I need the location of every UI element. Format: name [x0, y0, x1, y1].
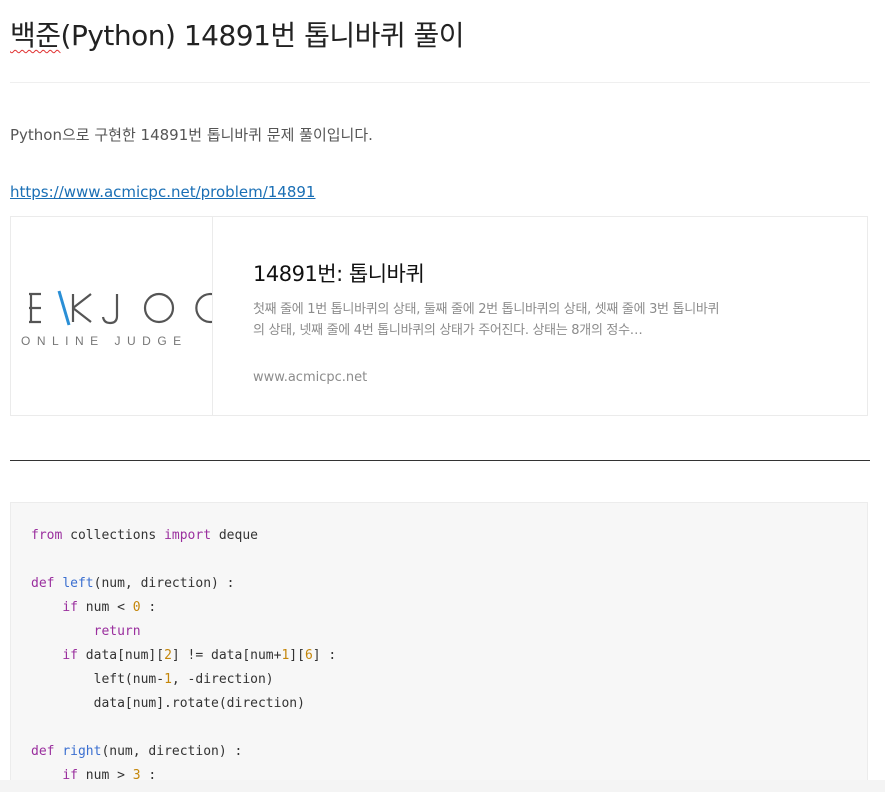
code-token: ] : — [312, 648, 337, 663]
code-line: if num < 0 : — [31, 596, 336, 620]
code-token: data[num][ — [77, 648, 165, 663]
code-token-kw: if — [62, 600, 78, 615]
code-token-fn: right — [62, 744, 102, 759]
code-line: data[num].rotate(direction) — [31, 692, 336, 716]
code-line: left(num-1, -direction) — [31, 668, 336, 692]
code-token-num: 6 — [304, 648, 313, 663]
preview-thumbnail: ONLINE JUDGE — [11, 217, 213, 415]
code-line: def right(num, direction) : — [31, 740, 336, 764]
code-token: ][ — [289, 648, 305, 663]
code-token: deque — [211, 528, 258, 543]
code-line: return — [31, 620, 336, 644]
code-token-num: 0 — [132, 600, 141, 615]
code-token-kw: def — [31, 576, 55, 591]
code-token: collections — [62, 528, 165, 543]
code-token: , -direction) — [171, 672, 274, 687]
problem-link[interactable]: https://www.acmicpc.net/problem/14891 — [10, 183, 315, 201]
code-line: def left(num, direction) : — [31, 572, 336, 596]
logo-subtitle: ONLINE JUDGE — [21, 334, 188, 348]
link-preview-card[interactable]: ONLINE JUDGE 14891번: 톱니바퀴 첫째 줄에 1번 톱니바퀴의… — [10, 216, 868, 416]
code-token-kw: if — [62, 648, 78, 663]
code-token-num: 2 — [164, 648, 172, 663]
code-token: ] != data[num+ — [171, 648, 282, 663]
baekjoon-logo-icon: ONLINE JUDGE — [21, 290, 212, 348]
code-token-kw: return — [93, 624, 141, 639]
code-content: from collections import deque def left(nu… — [31, 524, 336, 788]
blog-post-page: 백준(Python) 14891번 톱니바퀴 풀이 Python으로 구현한 1… — [0, 0, 885, 792]
code-token-num: 1 — [164, 672, 172, 687]
spellcheck-word: 백준 — [10, 19, 61, 52]
code-token: : — [140, 600, 157, 615]
code-token: num < — [77, 600, 133, 615]
code-token-fn: left — [62, 576, 94, 591]
logo-accent-slash — [57, 290, 71, 326]
code-token-kw: def — [31, 744, 55, 759]
code-token: left(num- — [31, 672, 165, 687]
code-block: from collections import deque def left(nu… — [10, 502, 868, 792]
preview-description: 첫째 줄에 1번 톱니바퀴의 상태, 둘째 줄에 2번 톱니바퀴의 상태, 셋째… — [253, 302, 720, 338]
post-title: 백준(Python) 14891번 톱니바퀴 풀이 — [10, 14, 465, 54]
title-divider — [10, 82, 870, 83]
code-token: (num, direction) : — [101, 744, 243, 759]
code-token-kw: from — [31, 528, 63, 543]
intro-paragraph: Python으로 구현한 14891번 톱니바퀴 문제 풀이입니다. — [10, 126, 373, 144]
horizontal-scrollbar[interactable] — [0, 780, 885, 792]
code-line: from collections import deque — [31, 524, 336, 548]
code-line: if data[num][2] != data[num+1][6] : — [31, 644, 336, 668]
code-token-kw: import — [164, 528, 212, 543]
section-divider — [10, 460, 870, 461]
post-title-rest: (Python) 14891번 톱니바퀴 풀이 — [60, 19, 465, 52]
code-token: (num, direction) : — [93, 576, 235, 591]
code-token: data[num].rotate(direction) — [31, 696, 305, 711]
preview-host: www.acmicpc.net — [253, 370, 368, 385]
preview-title: 14891번: 톱니바퀴 — [253, 262, 425, 286]
